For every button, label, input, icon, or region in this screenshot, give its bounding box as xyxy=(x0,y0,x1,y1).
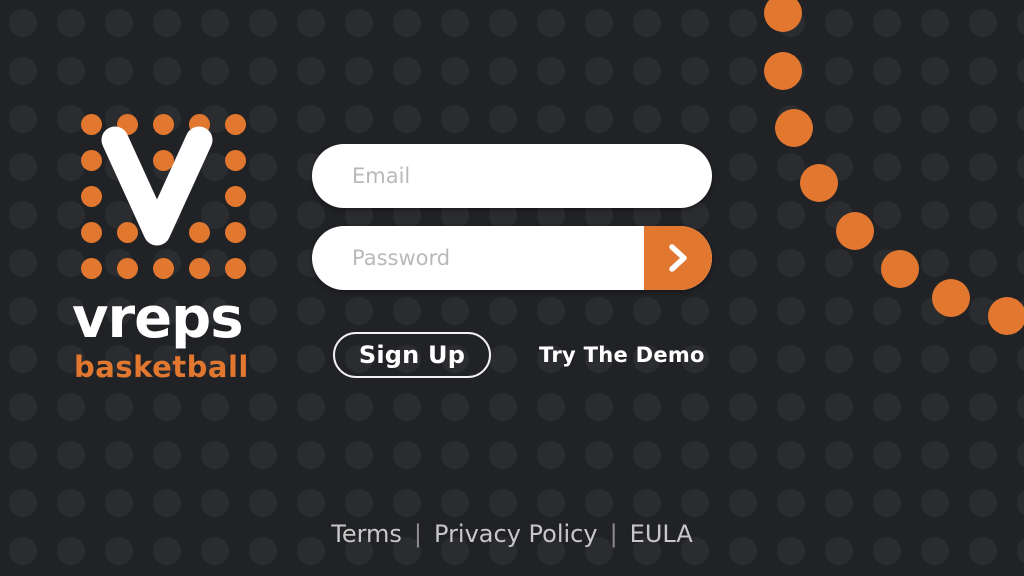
brand-sub-wordmark: basketball xyxy=(74,350,249,384)
brand-wordmark: vreps xyxy=(72,286,244,351)
arc-dot xyxy=(800,164,838,202)
arc-dot xyxy=(764,52,802,90)
sign-up-button[interactable]: Sign Up xyxy=(333,332,491,378)
arc-dot xyxy=(836,212,874,250)
arc-dot xyxy=(932,279,970,317)
vreps-v-dotgrid-logo-icon xyxy=(71,104,246,279)
email-field-row xyxy=(312,144,712,208)
try-the-demo-link[interactable]: Try The Demo xyxy=(539,343,705,367)
arc-dot xyxy=(764,0,802,32)
email-input[interactable] xyxy=(312,144,712,208)
chevron-right-icon xyxy=(669,244,687,272)
arc-dot xyxy=(988,297,1024,335)
brand-logo-block: vreps basketball xyxy=(62,104,252,384)
footer-separator: | xyxy=(609,520,618,548)
footer-link-privacy-policy[interactable]: Privacy Policy xyxy=(434,520,598,548)
footer-link-eula[interactable]: EULA xyxy=(630,520,693,548)
footer-link-terms[interactable]: Terms xyxy=(331,520,402,548)
secondary-actions: Sign Up Try The Demo xyxy=(333,332,705,378)
arc-dot xyxy=(775,109,813,147)
letter-v-icon xyxy=(101,126,213,246)
login-screen: vreps basketball Sign Up Try The Demo Te… xyxy=(0,0,1024,576)
footer-separator: | xyxy=(413,520,423,548)
submit-login-button[interactable] xyxy=(644,226,712,290)
arc-dot xyxy=(881,250,919,288)
password-field-row xyxy=(312,226,712,290)
footer-links: Terms | Privacy Policy | EULA xyxy=(0,520,1024,548)
login-form xyxy=(312,144,712,308)
